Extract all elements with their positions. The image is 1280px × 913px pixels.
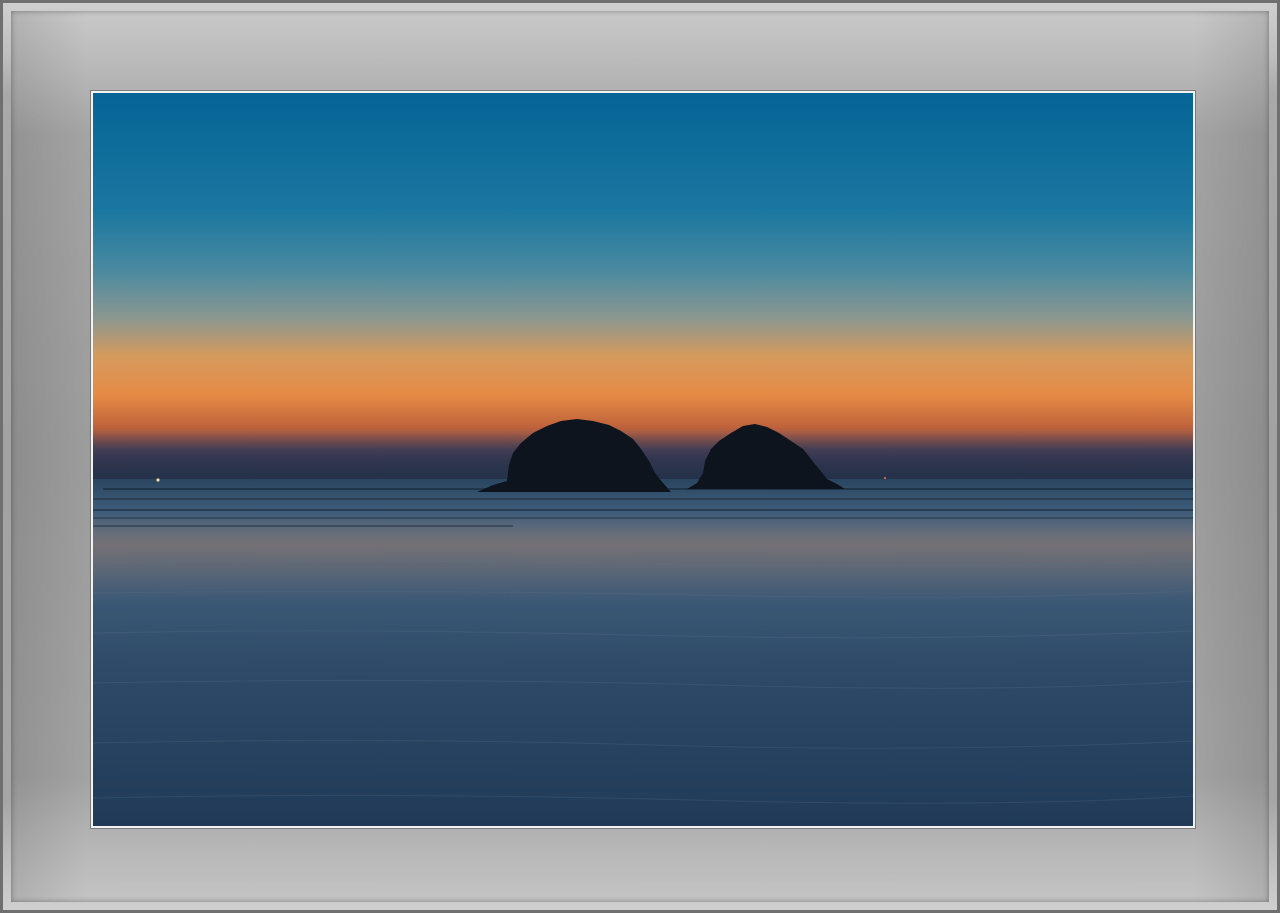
picture-frame [0,0,1280,913]
photo-border [91,91,1195,828]
sunset-photo [93,93,1193,826]
sky [93,93,1193,481]
